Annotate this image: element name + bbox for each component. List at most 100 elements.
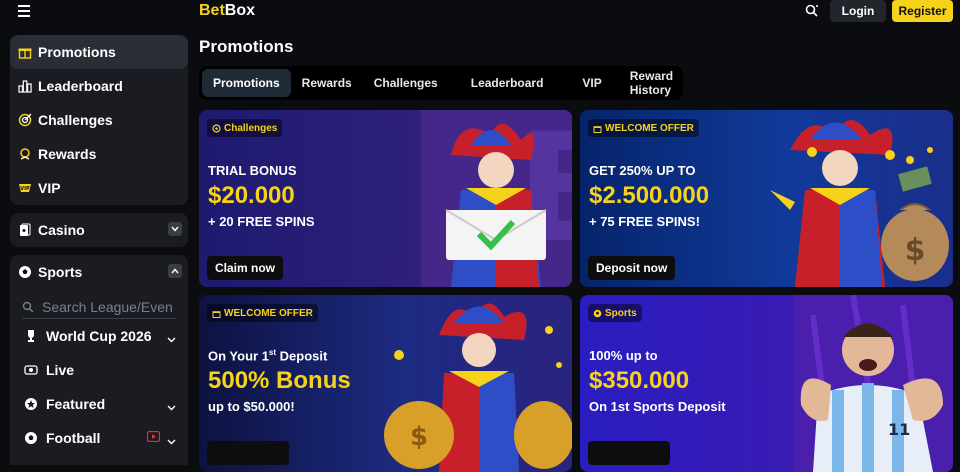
tab-promotions[interactable]: Promotions: [202, 69, 291, 97]
sidebar-item-label: Rewards: [38, 146, 97, 162]
promotions-nav-group: Promotions Leaderboard Challenges Reward…: [10, 35, 188, 205]
league-search-input[interactable]: [42, 298, 172, 315]
target-icon: [212, 123, 221, 133]
card-cta-button[interactable]: [588, 441, 670, 465]
sidebar-item-label: Leaderboard: [38, 78, 123, 94]
target-icon: [18, 113, 32, 127]
chevron-up-icon[interactable]: [168, 264, 182, 278]
trophy-icon: [24, 329, 38, 343]
card-badge: WELCOME OFFER: [207, 304, 318, 322]
sports-item-featured[interactable]: Featured: [10, 387, 188, 421]
card-badge: Challenges: [207, 119, 283, 137]
svg-text:VIP: VIP: [20, 186, 30, 192]
sidebar-item-vip[interactable]: VIP VIP: [10, 171, 188, 205]
vip-icon: VIP: [18, 181, 32, 195]
promo-card-welcome-500[interactable]: $ WELCOME OFFER On Your 1st Deposit 500%…: [199, 295, 572, 472]
svg-text:$: $: [905, 233, 926, 268]
top-bar: BetBox Login Register: [0, 0, 960, 24]
sports-item-label: Featured: [46, 396, 106, 412]
joker-money-bag-illustration: $: [770, 120, 949, 287]
register-button[interactable]: Register: [892, 0, 953, 22]
card-badge-label: Challenges: [224, 122, 278, 134]
login-button[interactable]: Login: [830, 0, 886, 22]
sports-nav-group: Sports World Cup 2026 Live Featured Foot…: [10, 255, 188, 465]
card-headline: GET 250% UP TO: [589, 163, 696, 178]
sports-item-label: World Cup 2026: [46, 328, 152, 344]
video-icon: [147, 431, 160, 442]
sidebar-item-rewards[interactable]: Rewards: [10, 137, 188, 171]
claim-now-button[interactable]: Claim now: [207, 256, 284, 280]
tab-vip[interactable]: VIP: [565, 69, 618, 97]
tab-leaderboard[interactable]: Leaderboard: [449, 69, 566, 97]
logo-box: Box: [224, 2, 256, 19]
sidebar-item-label: Challenges: [38, 112, 113, 128]
menu-icon[interactable]: [18, 5, 30, 17]
sidebar-item-label: Casino: [38, 222, 85, 238]
tab-challenges[interactable]: Challenges: [363, 69, 449, 97]
sidebar-item-label: VIP: [38, 180, 61, 196]
soccer-ball-icon: [18, 265, 32, 279]
card-headline: On Your 1st Deposit: [208, 348, 327, 363]
joker-envelope-illustration: B: [421, 110, 572, 287]
card-subline: + 20 FREE SPINS: [208, 214, 315, 229]
cards-icon: [18, 223, 32, 237]
gift-icon: [18, 45, 32, 59]
card-amount: $2.500.000: [589, 182, 710, 209]
page-title: Promotions: [199, 37, 294, 56]
footballer-illustration: 11: [793, 295, 953, 472]
deposit-now-button[interactable]: Deposit now: [588, 256, 676, 280]
card-subline: + 75 FREE SPINS!: [589, 214, 700, 229]
card-amount: $20.000: [208, 182, 295, 209]
chevron-down-icon[interactable]: [168, 222, 182, 236]
search-icon[interactable]: [804, 3, 820, 19]
card-subline: On 1st Sports Deposit: [589, 399, 726, 414]
joker-gold-bags-illustration: $: [384, 303, 572, 472]
svg-text:$: $: [410, 422, 428, 452]
card-badge: Sports: [588, 304, 642, 322]
sidebar-item-promotions[interactable]: Promotions: [10, 35, 188, 69]
sports-item-live[interactable]: Live: [10, 353, 188, 387]
promo-card-welcome-250[interactable]: $ WELCOME OFFER GET 250% UP TO $2.500.00…: [580, 110, 953, 287]
card-headline-sup: st: [268, 348, 277, 357]
tab-reward-history[interactable]: Reward History: [619, 69, 684, 97]
card-badge-label: WELCOME OFFER: [605, 122, 694, 134]
gift-icon: [593, 124, 602, 133]
card-badge-label: Sports: [605, 307, 637, 319]
promotions-tabs: Promotions Rewards Challenges Leaderboar…: [199, 66, 683, 100]
promo-card-trial-bonus[interactable]: B Challenges TRIAL BONUS $20.000 + 20 FR…: [199, 110, 572, 287]
sidebar-item-sports[interactable]: Sports: [10, 255, 188, 289]
card-badge-label: WELCOME OFFER: [224, 307, 313, 319]
featured-icon: [24, 397, 38, 411]
chevron-down-icon[interactable]: [167, 398, 176, 414]
logo-bet: Bet: [199, 2, 225, 19]
chevron-down-icon[interactable]: [167, 432, 176, 448]
chevron-down-icon[interactable]: [167, 330, 176, 346]
rewards-icon: [18, 147, 32, 161]
search-icon: [22, 301, 34, 313]
live-icon: [24, 363, 38, 377]
sidebar-item-challenges[interactable]: Challenges: [10, 103, 188, 137]
tab-rewards[interactable]: Rewards: [291, 69, 363, 97]
sports-item-label: Football: [46, 430, 101, 446]
gift-icon: [212, 309, 221, 318]
card-headline: 100% up to: [589, 348, 658, 363]
card-cta-button[interactable]: [207, 441, 289, 465]
football-icon: [24, 431, 38, 445]
card-headline-pre: On Your 1: [208, 348, 269, 364]
leaderboard-icon: [18, 79, 32, 93]
svg-text:11: 11: [888, 420, 910, 439]
soccer-ball-icon: [593, 309, 602, 318]
sidebar-item-leaderboard[interactable]: Leaderboard: [10, 69, 188, 103]
sports-item-world-cup[interactable]: World Cup 2026: [10, 319, 188, 353]
card-badge: WELCOME OFFER: [588, 119, 699, 137]
sidebar-item-casino[interactable]: Casino: [10, 213, 188, 247]
card-headline-post: Deposit: [276, 348, 328, 364]
logo[interactable]: BetBox: [199, 2, 255, 20]
league-search: [22, 295, 176, 319]
sports-item-label: Live: [46, 362, 75, 378]
casino-nav-group: Casino: [10, 213, 188, 247]
sidebar-item-label: Sports: [38, 264, 83, 280]
sidebar: Promotions Leaderboard Challenges Reward…: [10, 35, 188, 465]
promo-card-sports[interactable]: 11 Sports 100% up to $350.000 On 1st Spo…: [580, 295, 953, 472]
card-subline: up to $50.000!: [208, 399, 295, 414]
